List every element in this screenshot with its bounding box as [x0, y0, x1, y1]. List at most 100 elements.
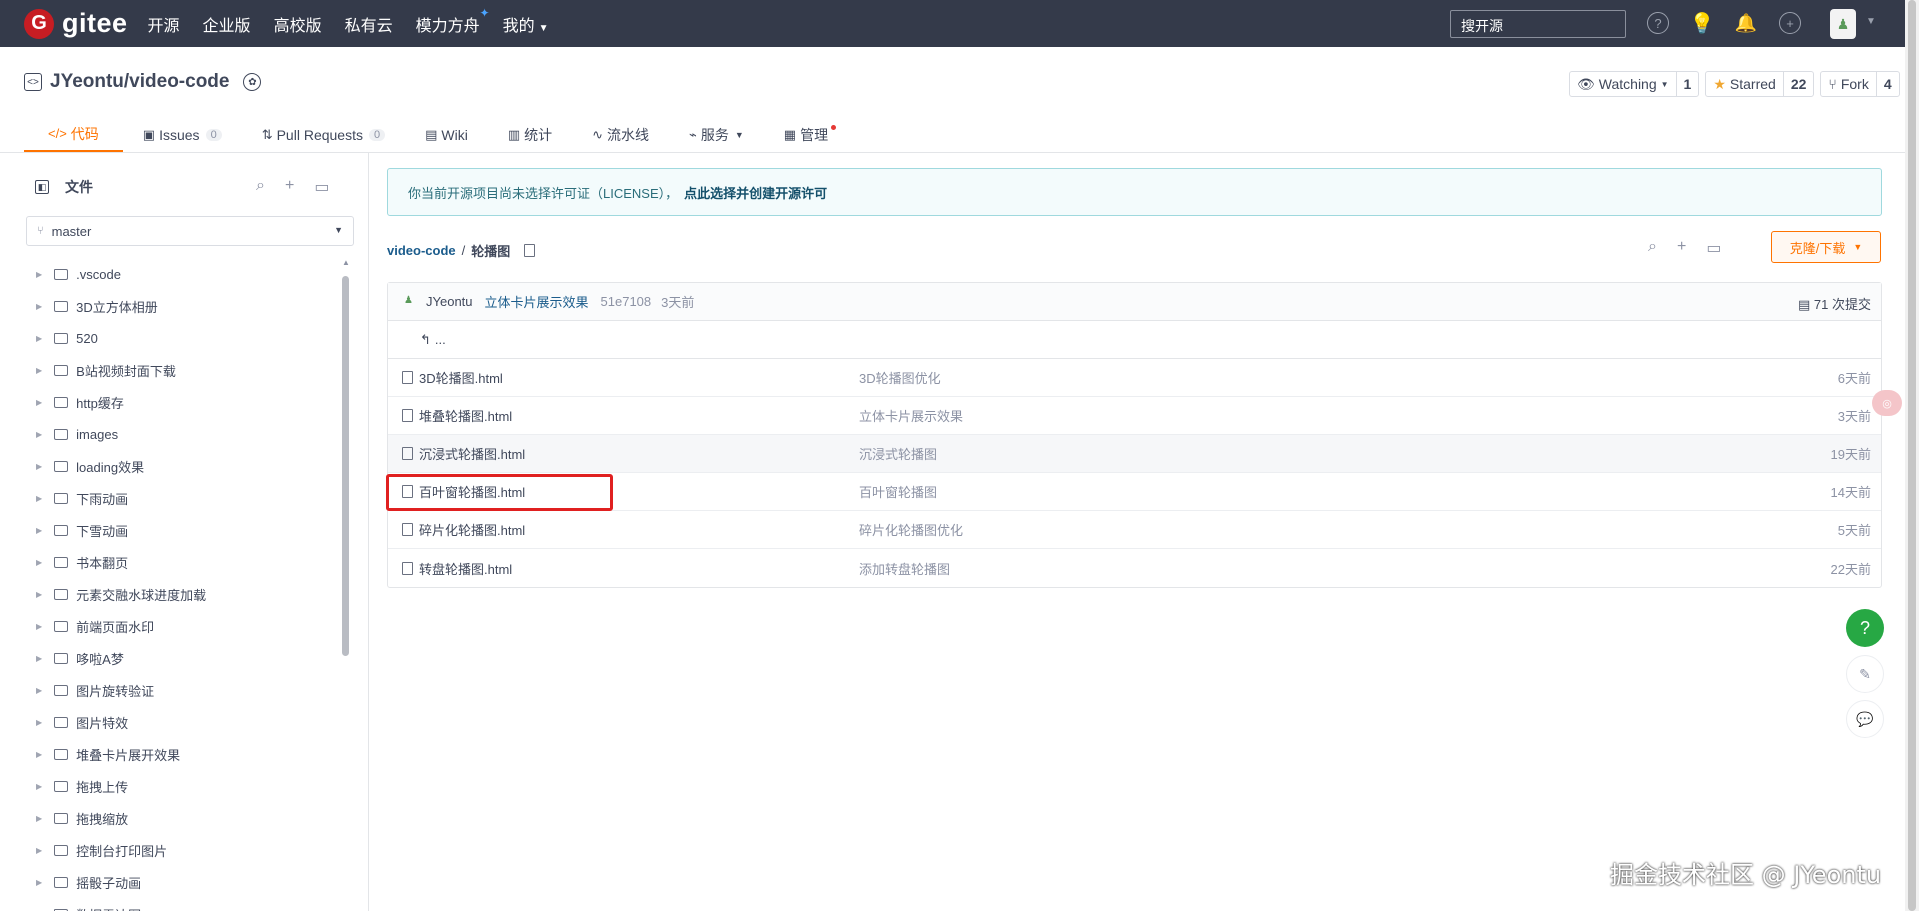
commit-message[interactable]: 立体卡片展示效果	[485, 292, 589, 311]
file-row[interactable]: 堆叠轮播图.html 立体卡片展示效果 3天前	[388, 397, 1881, 435]
float-help-button[interactable]: ?	[1846, 609, 1884, 647]
chevron-right-icon[interactable]: ▶	[36, 846, 42, 855]
chevron-right-icon[interactable]: ▶	[36, 718, 42, 727]
tab-wiki[interactable]: ▤ Wiki	[405, 117, 488, 152]
tree-item[interactable]: ▶ loading效果	[26, 450, 346, 482]
nav-mine[interactable]: 我的 ▼	[503, 12, 549, 36]
search-icon[interactable]: ⌕	[1648, 238, 1657, 258]
tree-item[interactable]: ▶ 拖拽上传	[26, 770, 346, 802]
monitor-icon[interactable]: ▭	[314, 177, 329, 197]
nav-moli[interactable]: 模力方舟 ✦	[416, 6, 490, 36]
copy-icon[interactable]	[524, 244, 536, 257]
commit-total[interactable]: ▤ 71 次提交	[1798, 294, 1871, 313]
plus-icon[interactable]: +	[1677, 238, 1686, 258]
tab-pipeline[interactable]: ∿ 流水线	[572, 117, 669, 152]
chevron-right-icon[interactable]: ▶	[36, 270, 42, 279]
file-row[interactable]: 碎片化轮播图.html 碎片化轮播图优化 5天前	[388, 511, 1881, 549]
plus-icon[interactable]: +	[285, 177, 294, 197]
tab-pull-requests[interactable]: ⇅ Pull Requests 0	[242, 117, 405, 152]
plus-icon[interactable]: +	[1779, 12, 1801, 34]
file-name[interactable]: 碎片化轮播图.html	[419, 520, 859, 539]
tree-item[interactable]: ▶ 图片旋转验证	[26, 674, 346, 706]
chevron-right-icon[interactable]: ▶	[36, 430, 42, 439]
page-scrollbar[interactable]	[1905, 0, 1919, 911]
tab-stats[interactable]: ▥ 统计	[488, 117, 572, 152]
author-avatar[interactable]: ♟	[404, 295, 416, 309]
tree-item[interactable]: ▶ 3D立方体相册	[26, 290, 346, 322]
scroll-up-icon[interactable]: ▲	[342, 258, 350, 267]
tree-item[interactable]: ▶ 前端页面水印	[26, 610, 346, 642]
tree-item[interactable]: ▶ 堆叠卡片展开效果	[26, 738, 346, 770]
tree-item[interactable]: ▶ 摇骰子动画	[26, 866, 346, 898]
chevron-right-icon[interactable]: ▶	[36, 622, 42, 631]
chevron-right-icon[interactable]: ▶	[36, 558, 42, 567]
chevron-right-icon[interactable]: ▶	[36, 782, 42, 791]
tab-issues[interactable]: ▣ Issues 0	[123, 117, 242, 152]
tree-item[interactable]: ▶ 书本翻页	[26, 546, 346, 578]
tree-item[interactable]: ▶ .vscode	[26, 258, 346, 290]
collapse-sidebar-icon[interactable]: ◧	[35, 180, 49, 194]
chevron-right-icon[interactable]: ▶	[36, 526, 42, 535]
breadcrumb-root[interactable]: video-code	[387, 243, 456, 258]
chevron-right-icon[interactable]: ▶	[36, 462, 42, 471]
star-count[interactable]: 22	[1782, 72, 1814, 96]
nav-education[interactable]: 高校版	[274, 12, 322, 36]
tree-item[interactable]: ▶ 哆啦A梦	[26, 642, 346, 674]
fork-button[interactable]: ⑂ Fork 4	[1820, 71, 1900, 97]
file-row[interactable]: 转盘轮播图.html 添加转盘轮播图 22天前	[388, 549, 1881, 587]
monitor-icon[interactable]: ▭	[1706, 238, 1721, 258]
nav-enterprise[interactable]: 企业版	[203, 12, 251, 36]
watch-count[interactable]: 1	[1675, 72, 1699, 96]
chevron-right-icon[interactable]: ▶	[36, 398, 42, 407]
tree-item[interactable]: ▶ 图片特效	[26, 706, 346, 738]
file-commit-message[interactable]: 3D轮播图优化	[859, 368, 941, 387]
chevron-right-icon[interactable]: ▶	[36, 686, 42, 695]
search-input[interactable]: 搜开源	[1450, 10, 1626, 38]
tab-manage[interactable]: ▦ 管理	[764, 117, 848, 152]
chevron-right-icon[interactable]: ▶	[36, 494, 42, 503]
search-icon[interactable]: ⌕	[256, 177, 265, 197]
tree-item[interactable]: ▶ http缓存	[26, 386, 346, 418]
badge-icon[interactable]: ✿	[243, 73, 262, 91]
tab-services[interactable]: ⌁ 服务 ▼	[669, 117, 764, 152]
tree-item[interactable]: ▶ 控制台打印图片	[26, 834, 346, 866]
file-name[interactable]: 3D轮播图.html	[419, 368, 859, 387]
clone-download-button[interactable]: 克隆/下载 ▼	[1771, 231, 1881, 263]
nav-private-cloud[interactable]: 私有云	[345, 12, 393, 36]
bell-icon[interactable]: 🔔	[1735, 12, 1757, 34]
tree-item[interactable]: ▶ 下雨动画	[26, 482, 346, 514]
repo-name[interactable]: JYeontu/video-code	[50, 71, 229, 93]
chevron-right-icon[interactable]: ▶	[36, 654, 42, 663]
license-link[interactable]: 点此选择并创建开源许可	[684, 183, 827, 202]
feedback-button[interactable]: ✎	[1846, 655, 1884, 693]
tree-item[interactable]: ▶ 520	[26, 322, 346, 354]
file-row[interactable]: 沉浸式轮播图.html 沉浸式轮播图 19天前	[388, 435, 1881, 473]
watch-button[interactable]: 👁 Watching ▼ 1	[1569, 71, 1700, 97]
branch-select[interactable]: ⑂ master ▼	[26, 216, 354, 246]
tree-item[interactable]: ▶数据雷达图	[26, 898, 346, 911]
chat-button[interactable]: 💬	[1846, 700, 1884, 738]
tree-item[interactable]: ▶ images	[26, 418, 346, 450]
commit-author[interactable]: JYeontu	[426, 294, 473, 309]
sidebar-scrollbar-thumb[interactable]	[342, 276, 349, 656]
file-name[interactable]: 堆叠轮播图.html	[419, 406, 859, 425]
chevron-right-icon[interactable]: ▶	[36, 878, 42, 887]
page-scrollbar-thumb[interactable]	[1908, 0, 1916, 911]
tree-item[interactable]: ▶ 下雪动画	[26, 514, 346, 546]
file-commit-message[interactable]: 百叶窗轮播图	[859, 482, 937, 501]
file-commit-message[interactable]: 添加转盘轮播图	[859, 559, 950, 578]
avatar[interactable]: ♟	[1830, 9, 1856, 39]
file-commit-message[interactable]: 立体卡片展示效果	[859, 406, 963, 425]
chevron-right-icon[interactable]: ▶	[36, 814, 42, 823]
parent-directory-row[interactable]: ↰ ...	[388, 321, 1881, 359]
chevron-right-icon[interactable]: ▶	[36, 366, 42, 375]
tree-item[interactable]: ▶ B站视频封面下载	[26, 354, 346, 386]
tree-item[interactable]: ▶ 元素交融水球进度加载	[26, 578, 346, 610]
gitee-logo[interactable]: G gitee	[24, 8, 128, 39]
star-button[interactable]: ★ Starred 22	[1705, 71, 1815, 97]
commit-hash[interactable]: 51e7108	[601, 294, 652, 309]
tree-item[interactable]: ▶ 拖拽缩放	[26, 802, 346, 834]
chevron-right-icon[interactable]: ▶	[36, 302, 42, 311]
side-widget[interactable]: ◎	[1872, 390, 1902, 416]
lightbulb-icon[interactable]: 💡	[1690, 12, 1715, 35]
